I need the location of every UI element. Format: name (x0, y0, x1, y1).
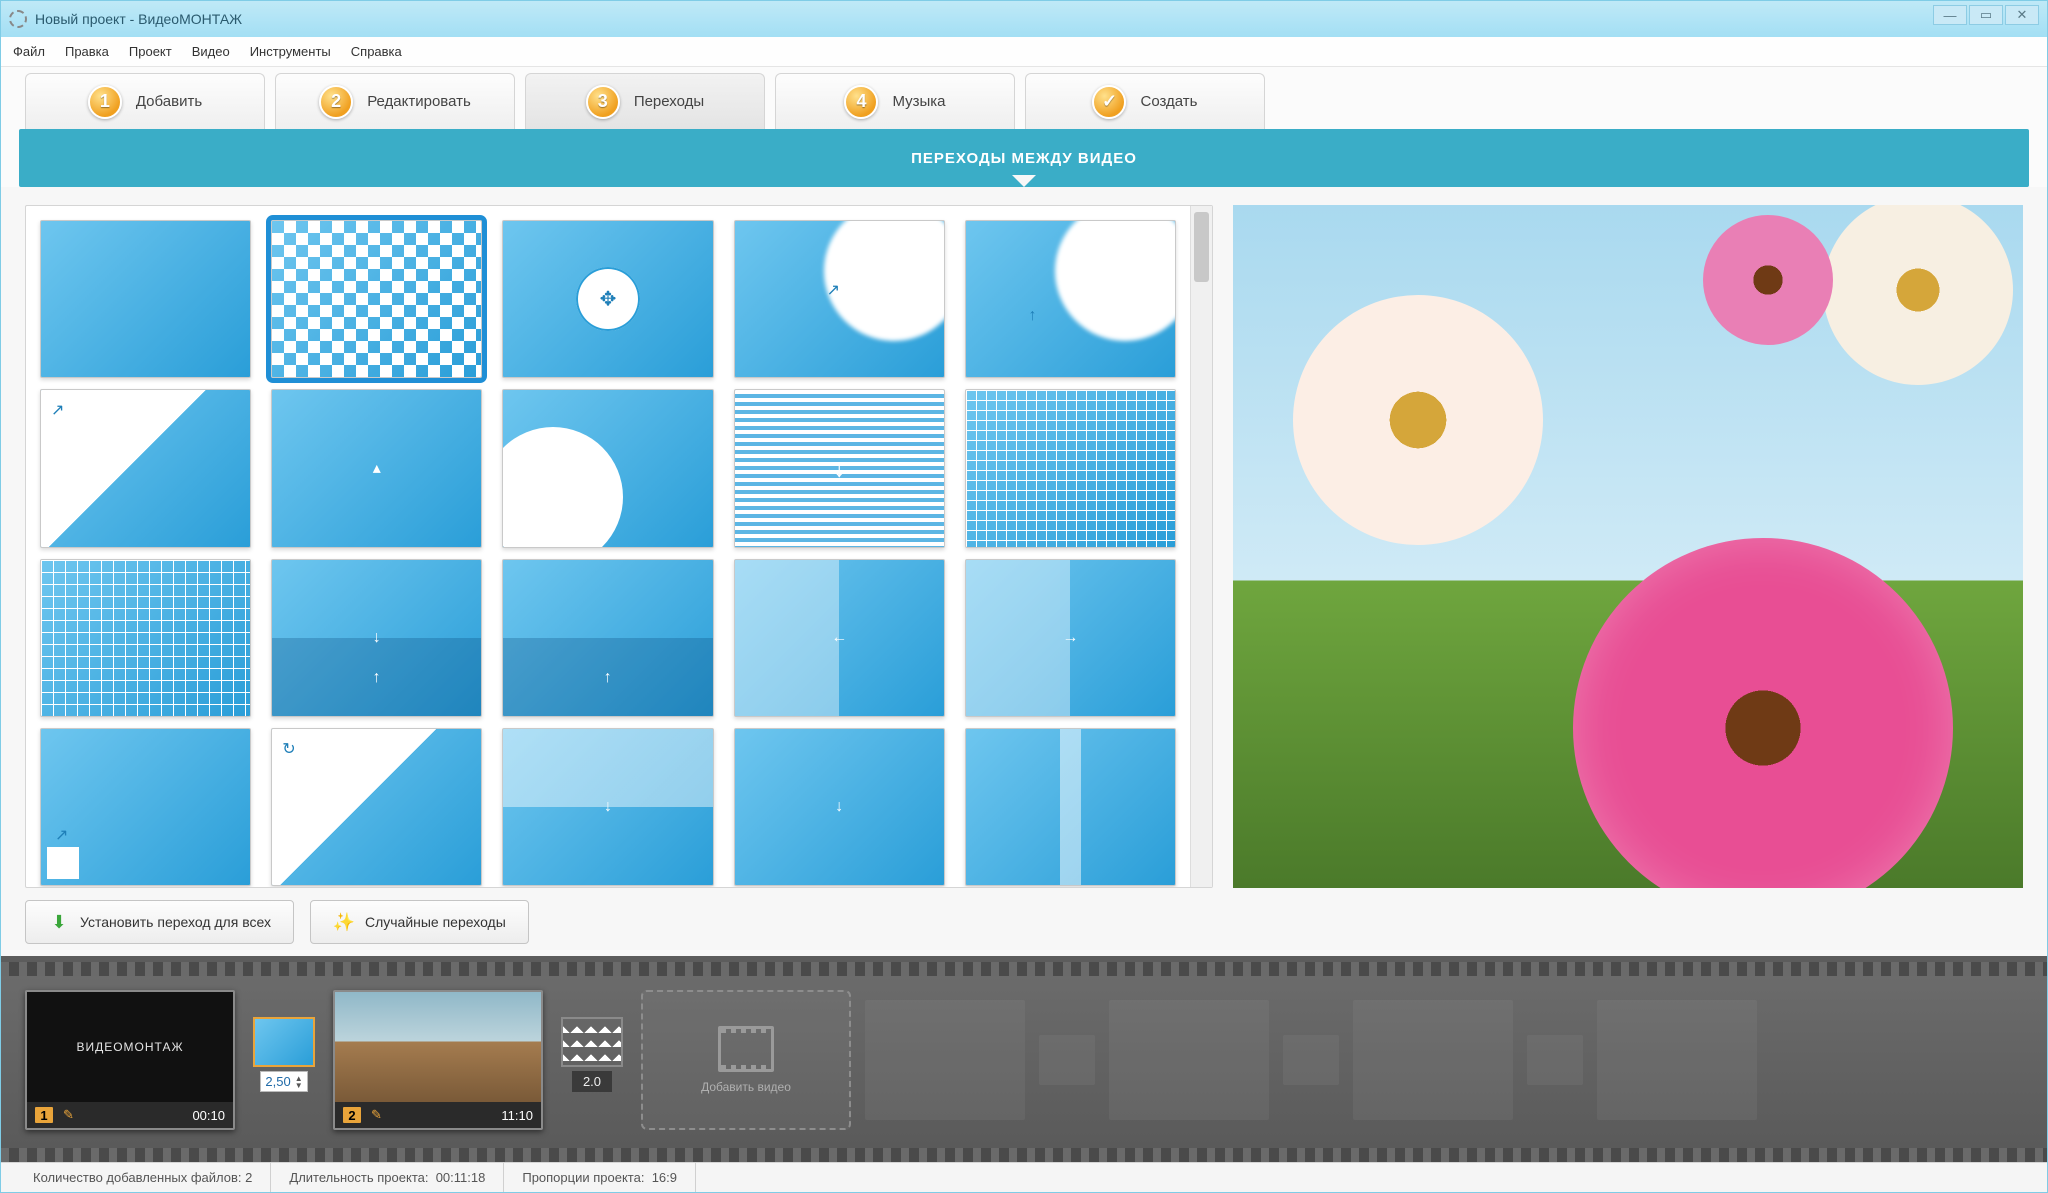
transition-item[interactable] (40, 559, 251, 717)
step-create[interactable]: ✓ Создать (1025, 73, 1265, 129)
close-button[interactable]: ✕ (2005, 5, 2039, 25)
step-label: Музыка (892, 93, 945, 110)
transition-item[interactable]: ↑ (502, 559, 713, 717)
transition-item[interactable]: ▴ (271, 389, 482, 547)
transition-item[interactable] (40, 220, 251, 378)
status-bar: Количество добавленных файлов: 2 Длитель… (1, 1162, 2047, 1192)
transitions-panel: ✥ ↗ ↑ ↗ ▴ ↓ ↓↑ ↑ ← → ↗ ↻ ↓ ↓ (25, 205, 1213, 888)
step-edit[interactable]: 2 Редактировать (275, 73, 515, 129)
preview-image (1233, 205, 2023, 888)
menu-bar: Файл Правка Проект Видео Инструменты Спр… (1, 37, 2047, 67)
minimize-button[interactable]: — (1933, 5, 1967, 25)
step-number-icon: 4 (844, 85, 878, 119)
maximize-button[interactable]: ▭ (1969, 5, 2003, 25)
transition-item[interactable]: ✥ (502, 220, 713, 378)
status-duration: Длительность проекта: 00:11:18 (271, 1163, 504, 1192)
clip-duration: 11:10 (501, 1108, 533, 1123)
transition-item[interactable] (502, 389, 713, 547)
transition-duration-label: 2.0 (572, 1071, 612, 1092)
clip-index: 1 (35, 1107, 53, 1123)
transition-swatch[interactable] (561, 1017, 623, 1067)
menu-help[interactable]: Справка (351, 44, 402, 59)
empty-clip-slot (1109, 1000, 1269, 1120)
transition-duration-input[interactable]: 2,50 ▲▼ (260, 1071, 307, 1092)
button-label: Установить переход для всех (80, 914, 271, 930)
random-transitions-button[interactable]: ✨ Случайные переходы (310, 900, 529, 944)
transition-item[interactable] (271, 220, 482, 378)
timeline-transition[interactable]: 2.0 (557, 1017, 627, 1103)
transition-item[interactable]: ↓ (734, 728, 945, 886)
transition-item[interactable]: ↓ (734, 389, 945, 547)
vertical-scrollbar[interactable] (1190, 206, 1212, 887)
timeline-area: T ВИДЕОМОНТАЖ 1 ✎ 00:10 2,50 ▲▼ (1, 956, 2047, 1162)
banner-title: ПЕРЕХОДЫ МЕЖДУ ВИДЕО (911, 150, 1137, 167)
stepper-icon[interactable]: ▲▼ (295, 1075, 303, 1089)
transitions-grid: ✥ ↗ ↑ ↗ ▴ ↓ ↓↑ ↑ ← → ↗ ↻ ↓ ↓ (26, 206, 1190, 887)
apply-to-all-button[interactable]: ⬇ Установить переход для всех (25, 900, 294, 944)
filmstrip-decoration (1, 1148, 2047, 1162)
section-banner: ПЕРЕХОДЫ МЕЖДУ ВИДЕО (19, 129, 2029, 187)
checkmark-icon: ✓ (1092, 85, 1126, 119)
film-icon (718, 1026, 774, 1072)
step-label: Переходы (634, 93, 704, 110)
transition-item[interactable]: ↗ (40, 389, 251, 547)
filmstrip-decoration (1, 962, 2047, 976)
edit-clip-icon[interactable]: ✎ (63, 1107, 74, 1123)
app-icon (9, 10, 27, 28)
step-label: Создать (1140, 93, 1197, 110)
workflow-steps: 1 Добавить 2 Редактировать 3 Переходы 4 … (1, 67, 2047, 129)
clip-index: 2 (343, 1107, 361, 1123)
scrollbar-thumb[interactable] (1194, 212, 1209, 282)
download-arrow-icon: ⬇ (48, 911, 70, 933)
empty-transition-slot (1283, 1035, 1339, 1085)
wand-icon: ✨ (333, 911, 355, 933)
preview-panel (1233, 205, 2023, 888)
step-label: Добавить (136, 93, 202, 110)
transition-item[interactable]: ← (734, 559, 945, 717)
status-files: Количество добавленных файлов: 2 (15, 1163, 271, 1192)
step-label: Редактировать (367, 93, 471, 110)
menu-edit[interactable]: Правка (65, 44, 109, 59)
timeline-clip[interactable]: T ВИДЕОМОНТАЖ 1 ✎ 00:10 (25, 990, 235, 1130)
clip-duration: 00:10 (192, 1108, 225, 1123)
clip-thumbnail: ВИДЕОМОНТАЖ (27, 992, 233, 1102)
window-title: Новый проект - ВидеоМОНТАЖ (35, 11, 242, 27)
add-video-label: Добавить видео (701, 1080, 791, 1094)
clip-thumbnail (335, 992, 541, 1102)
transition-item[interactable]: ↗ (734, 220, 945, 378)
step-transitions[interactable]: 3 Переходы (525, 73, 765, 129)
step-add[interactable]: 1 Добавить (25, 73, 265, 129)
menu-tools[interactable]: Инструменты (250, 44, 331, 59)
menu-project[interactable]: Проект (129, 44, 172, 59)
menu-file[interactable]: Файл (13, 44, 45, 59)
transition-item[interactable] (965, 389, 1176, 547)
add-video-button[interactable]: Добавить видео (641, 990, 851, 1130)
transition-item[interactable]: ↑ (965, 220, 1176, 378)
step-number-icon: 2 (319, 85, 353, 119)
step-music[interactable]: 4 Музыка (775, 73, 1015, 129)
step-number-icon: 1 (88, 85, 122, 119)
transition-item[interactable]: → (965, 559, 1176, 717)
empty-clip-slot (1597, 1000, 1757, 1120)
actions-row: ⬇ Установить переход для всех ✨ Случайны… (1, 888, 2047, 956)
transition-item[interactable]: ↓↑ (271, 559, 482, 717)
edit-clip-icon[interactable]: ✎ (371, 1107, 382, 1123)
timeline-clip[interactable]: 2 ✎ 11:10 (333, 990, 543, 1130)
menu-video[interactable]: Видео (192, 44, 230, 59)
step-number-icon: 3 (586, 85, 620, 119)
transition-item[interactable]: ↓ (502, 728, 713, 886)
transition-swatch[interactable] (253, 1017, 315, 1067)
empty-clip-slot (1353, 1000, 1513, 1120)
empty-transition-slot (1527, 1035, 1583, 1085)
transition-item[interactable]: ↻ (271, 728, 482, 886)
title-bar: Новый проект - ВидеоМОНТАЖ — ▭ ✕ (1, 1, 2047, 37)
timeline-transition[interactable]: 2,50 ▲▼ (249, 1017, 319, 1103)
button-label: Случайные переходы (365, 914, 506, 930)
transition-item[interactable]: ↗ (40, 728, 251, 886)
empty-transition-slot (1039, 1035, 1095, 1085)
empty-clip-slot (865, 1000, 1025, 1120)
status-aspect: Пропорции проекта: 16:9 (504, 1163, 696, 1192)
transition-item[interactable] (965, 728, 1176, 886)
